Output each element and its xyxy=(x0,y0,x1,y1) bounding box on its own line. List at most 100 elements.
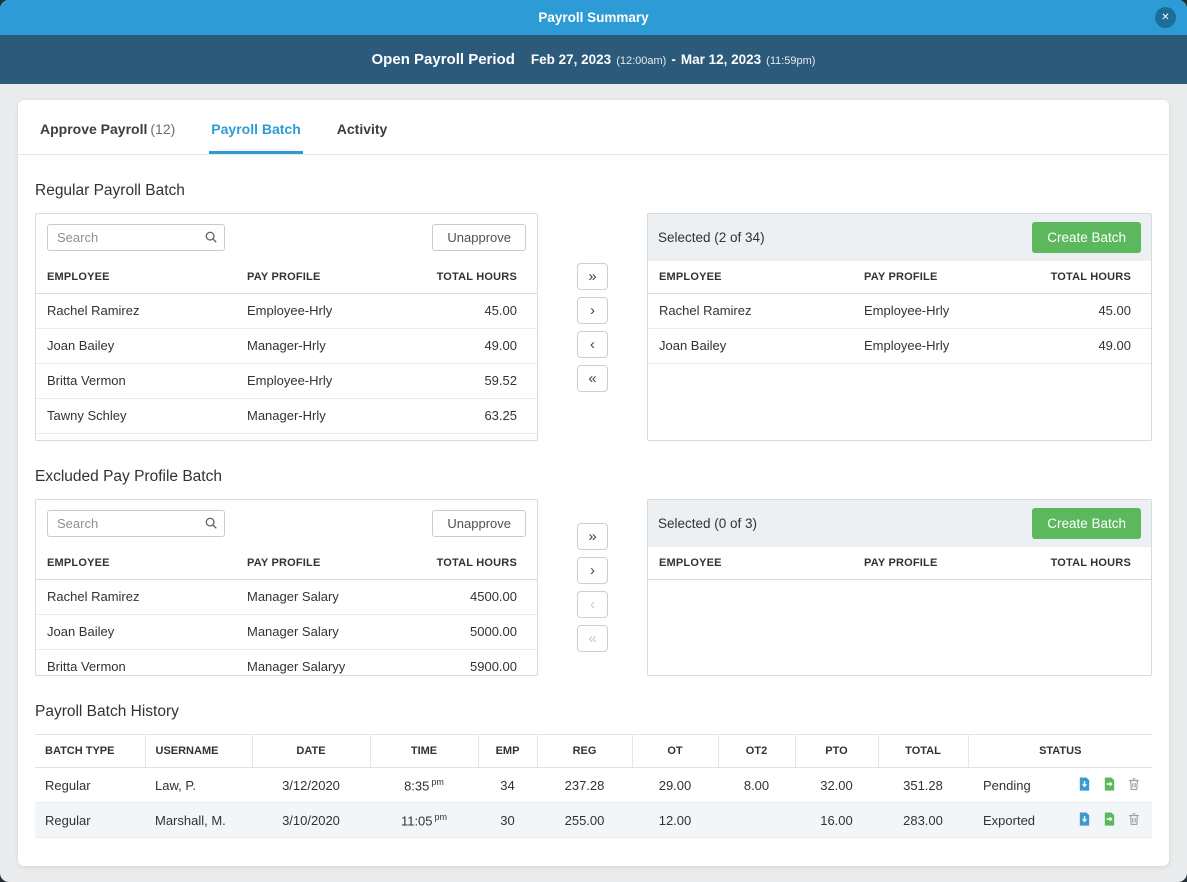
search-input[interactable] xyxy=(47,510,225,537)
move-left-button[interactable]: ‹ xyxy=(577,331,608,358)
payroll-batch-history-section: Payroll Batch History BATCH TYPE USERNAM… xyxy=(18,703,1169,838)
reg-hours: 255.00 xyxy=(537,803,632,838)
column-header-pay-profile: PAY PROFILE xyxy=(236,261,407,293)
transfer-controls: » › ‹ « xyxy=(538,499,647,676)
file-export-icon xyxy=(1102,811,1117,830)
employee-row[interactable]: Tawny Schley Manager-Hrly 63.25 xyxy=(36,398,537,433)
excluded-selected-panel: Selected (0 of 3) Create Batch EMPLOYEE … xyxy=(647,499,1152,676)
total-hours: 5000.00 xyxy=(407,614,537,649)
column-header-employee: EMPLOYEE xyxy=(36,261,236,293)
column-header-total-hours: TOTAL HOURS xyxy=(1021,261,1151,293)
column-header-emp: EMP xyxy=(478,735,537,768)
employee-name: Rachel Ramirez xyxy=(36,579,236,614)
create-batch-button[interactable]: Create Batch xyxy=(1032,222,1141,253)
status-badge: Pending xyxy=(983,778,1031,793)
employee-row[interactable]: Britta Vermon Manager Salaryy 5900.00 xyxy=(36,649,537,676)
selected-count-label: Selected (2 of 34) xyxy=(658,230,765,245)
unapprove-button[interactable]: Unapprove xyxy=(432,510,526,537)
delete-button[interactable] xyxy=(1126,777,1142,793)
total-hours: 5900.00 xyxy=(407,649,537,676)
employee-row[interactable]: Rachel Ramirez Employee-Hrly 45.00 xyxy=(648,293,1151,328)
file-export-button[interactable] xyxy=(1101,777,1117,793)
pay-profile: Manager-Hrly xyxy=(236,328,407,363)
column-header-time: TIME xyxy=(370,735,478,768)
titlebar: Payroll Summary ✕ xyxy=(0,0,1187,35)
column-header-username: USERNAME xyxy=(145,735,252,768)
column-header-total: TOTAL xyxy=(878,735,968,768)
time: 11:05pm xyxy=(370,803,478,838)
file-download-button[interactable] xyxy=(1076,812,1092,828)
unapprove-button[interactable]: Unapprove xyxy=(432,224,526,251)
employee-row[interactable]: Rachel Ramirez Manager Salary 4500.00 xyxy=(36,579,537,614)
tab-payroll-batch[interactable]: Payroll Batch xyxy=(209,100,302,154)
username: Marshall, M. xyxy=(145,803,252,838)
page-content: Approve Payroll(12) Payroll Batch Activi… xyxy=(0,84,1187,882)
file-download-button[interactable] xyxy=(1076,777,1092,793)
employee-row[interactable]: Rachel Ramirez Employee-Hrly 45.00 xyxy=(36,293,537,328)
total-hours: 45.00 xyxy=(407,293,537,328)
total-hours: 49.00 xyxy=(407,328,537,363)
total-hours: 49.00 xyxy=(1021,328,1151,363)
employee-row[interactable]: Joan Bailey Manager-Hrly 49.00 xyxy=(36,328,537,363)
column-header-employee: EMPLOYEE xyxy=(648,547,853,579)
column-header-batch-type: BATCH TYPE xyxy=(35,735,145,768)
date: 3/10/2020 xyxy=(252,803,370,838)
move-left-button: ‹ xyxy=(577,591,608,618)
delete-button[interactable] xyxy=(1126,812,1142,828)
history-row: Regular Law, P. 3/12/2020 8:35pm 34 237.… xyxy=(35,768,1152,803)
period-dates: Feb 27, 2023 (12:00am) - Mar 12, 2023 (1… xyxy=(531,52,816,67)
column-header-total-hours: TOTAL HOURS xyxy=(407,261,537,293)
excluded-pay-profile-batch-section: Excluded Pay Profile Batch Unapprove xyxy=(18,468,1169,676)
window-title: Payroll Summary xyxy=(538,10,648,25)
emp-count: 34 xyxy=(478,768,537,803)
total-hours: 59.52 xyxy=(407,363,537,398)
total-hours: 4500.00 xyxy=(407,579,537,614)
tab-approve-payroll[interactable]: Approve Payroll(12) xyxy=(38,100,177,154)
close-button[interactable]: ✕ xyxy=(1155,7,1176,28)
history-table: BATCH TYPE USERNAME DATE TIME EMP REG OT… xyxy=(35,734,1152,838)
excluded-available-panel: Unapprove EMPLOYEE PAY PROFILE TOTAL HOU… xyxy=(35,499,538,676)
employee-name: Joan Bailey xyxy=(36,328,236,363)
tab-activity[interactable]: Activity xyxy=(335,100,390,154)
pto-hours: 32.00 xyxy=(795,768,878,803)
batch-type: Regular xyxy=(35,803,145,838)
employee-row[interactable]: Britta Vermon Employee-Hrly 59.52 xyxy=(36,363,537,398)
employee-name: Joan Bailey xyxy=(648,328,853,363)
file-export-button[interactable] xyxy=(1101,812,1117,828)
total-hours: 283.00 xyxy=(878,803,968,838)
ot2-hours xyxy=(718,803,795,838)
move-right-button[interactable]: › xyxy=(577,297,608,324)
employee-name: Britta Vermon xyxy=(36,363,236,398)
column-header-pto: PTO xyxy=(795,735,878,768)
tab-count: (12) xyxy=(150,121,175,137)
column-header-employee: EMPLOYEE xyxy=(648,261,853,293)
selected-count-label: Selected (0 of 3) xyxy=(658,516,757,531)
employee-row[interactable]: Joan Bailey Manager Salary 5000.00 xyxy=(36,614,537,649)
column-header-status: STATUS xyxy=(968,735,1152,768)
move-all-left-button: « xyxy=(577,625,608,652)
employee-row[interactable]: Joan Bailey Employee-Hrly 49.00 xyxy=(648,328,1151,363)
pay-profile: Employee-Hrly xyxy=(236,293,407,328)
move-all-right-button[interactable]: » xyxy=(577,523,608,550)
column-header-reg: REG xyxy=(537,735,632,768)
trash-icon xyxy=(1127,776,1141,795)
time: 8:35pm xyxy=(370,768,478,803)
period-start-time: (12:00am) xyxy=(616,55,666,67)
period-end-date: Mar 12, 2023 xyxy=(681,52,761,67)
column-header-ot2: OT2 xyxy=(718,735,795,768)
pto-hours: 16.00 xyxy=(795,803,878,838)
move-right-button[interactable]: › xyxy=(577,557,608,584)
transfer-controls: » › ‹ « xyxy=(538,213,647,441)
total-hours: 63.25 xyxy=(407,398,537,433)
create-batch-button[interactable]: Create Batch xyxy=(1032,508,1141,539)
column-header-employee: EMPLOYEE xyxy=(36,547,236,579)
move-all-left-button[interactable]: « xyxy=(577,365,608,392)
ot-hours: 12.00 xyxy=(632,803,718,838)
section-title: Excluded Pay Profile Batch xyxy=(35,468,1152,486)
search-box xyxy=(47,224,225,251)
status-badge: Exported xyxy=(983,813,1035,828)
move-all-right-button[interactable]: » xyxy=(577,263,608,290)
file-download-icon xyxy=(1077,811,1092,830)
column-header-total-hours: TOTAL HOURS xyxy=(407,547,537,579)
search-input[interactable] xyxy=(47,224,225,251)
